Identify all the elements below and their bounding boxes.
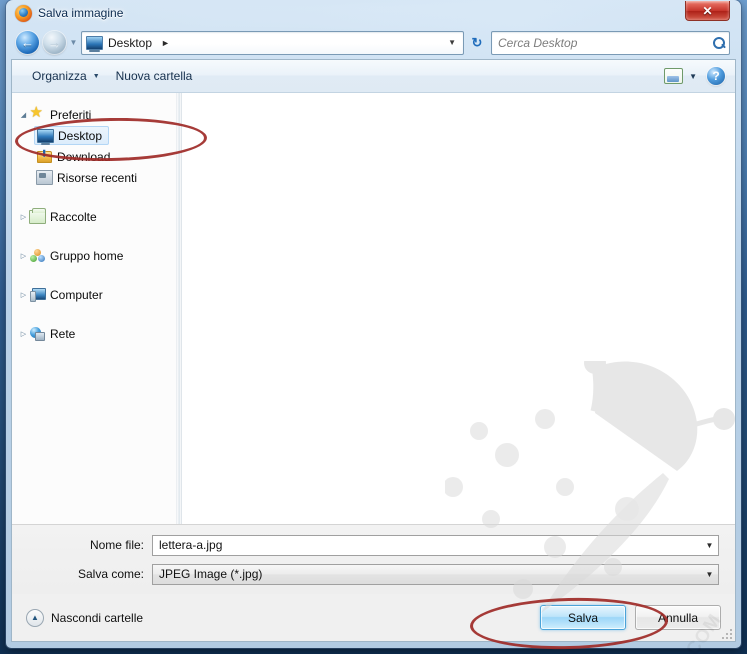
- save-label: Salva: [567, 610, 599, 625]
- filetype-chevron-down-icon[interactable]: ▼: [701, 570, 718, 579]
- filename-label: Nome file:: [89, 538, 144, 552]
- address-bar[interactable]: Desktop ► ▼: [81, 30, 464, 55]
- help-icon[interactable]: ?: [707, 67, 725, 85]
- computer-icon: [29, 288, 46, 302]
- tree-label: Download: [57, 149, 111, 164]
- history-dropdown-button[interactable]: ▼: [67, 38, 80, 47]
- back-button[interactable]: ←: [16, 31, 39, 54]
- tree-item-rete[interactable]: ▷ Rete: [12, 323, 176, 344]
- chevron-down-icon: ▼: [92, 72, 100, 80]
- refresh-icon: ↻: [471, 34, 483, 50]
- tree-item-download[interactable]: Download: [12, 146, 176, 167]
- dialog-footer: ▲ Nascondi cartelle Salva Annulla: [12, 594, 735, 641]
- filetype-value: JPEG Image (*.jpg): [159, 567, 263, 581]
- file-form: Nome file: lettera-a.jpg ▼ Salva come: J…: [12, 524, 735, 594]
- close-button[interactable]: ✕: [685, 1, 730, 21]
- tree-item-raccolte[interactable]: ▷ Raccolte: [12, 206, 176, 227]
- filetype-select[interactable]: JPEG Image (*.jpg) ▼: [152, 563, 719, 585]
- network-icon: [29, 326, 46, 341]
- download-folder-icon: [36, 149, 53, 163]
- star-icon: [29, 105, 46, 122]
- dialog-content: Organizza ▼ Nuova cartella ▼ ? ◢ Preferi…: [11, 59, 736, 654]
- refresh-button[interactable]: ↻: [466, 32, 488, 54]
- tree-item-preferiti[interactable]: ◢ Preferiti: [12, 104, 176, 125]
- forward-arrow-icon: →: [48, 35, 61, 50]
- breadcrumb-chevron-icon[interactable]: ►: [161, 38, 170, 48]
- new-folder-label: Nuova cartella: [115, 69, 193, 83]
- hide-folders-label: Nascondi cartelle: [51, 610, 144, 625]
- search-placeholder: Cerca Desktop: [498, 35, 578, 50]
- address-dropdown-icon[interactable]: ▼: [443, 38, 461, 47]
- resize-grip[interactable]: [721, 628, 732, 639]
- organize-label: Organizza: [32, 69, 87, 83]
- tree-label: Computer: [50, 287, 103, 302]
- filename-value: lettera-a.jpg: [159, 538, 223, 552]
- save-button[interactable]: Salva: [540, 605, 626, 630]
- tree-item-risorse-recenti[interactable]: Risorse recenti: [12, 167, 176, 188]
- tree-item-desktop[interactable]: Desktop: [12, 125, 176, 146]
- forward-button[interactable]: →: [43, 31, 66, 54]
- file-list-pane[interactable]: [182, 93, 735, 524]
- breadcrumb-desktop[interactable]: Desktop: [108, 36, 152, 50]
- tree-label: Desktop: [58, 128, 103, 143]
- title-bar: Salva immagine ✕: [11, 0, 736, 26]
- search-icon[interactable]: [712, 36, 726, 50]
- firefox-icon: [15, 4, 32, 22]
- tree-label: Preferiti: [50, 107, 92, 122]
- tree-label: Rete: [50, 326, 76, 341]
- panes-container: ◢ Preferiti Desktop Download: [12, 93, 735, 524]
- footer-buttons: Salva Annulla: [540, 605, 721, 630]
- organize-button[interactable]: Organizza ▼: [24, 65, 108, 87]
- search-input[interactable]: Cerca Desktop: [491, 30, 730, 55]
- tree-item-computer[interactable]: ▷ Computer: [12, 284, 176, 305]
- chevron-up-icon: ▲: [26, 608, 44, 627]
- recent-places-icon: [36, 170, 53, 185]
- desktop-icon: [86, 35, 103, 52]
- tree-label: Raccolte: [50, 209, 97, 224]
- save-image-dialog: Salva immagine ✕ ← → ▼ Desktop ► ▼ ↻ Cer…: [6, 0, 741, 654]
- filename-input[interactable]: lettera-a.jpg ▼: [152, 534, 719, 556]
- monitor-icon: [37, 128, 54, 145]
- filename-row: Nome file: lettera-a.jpg ▼: [28, 534, 719, 556]
- tree-label: Gruppo home: [50, 248, 124, 263]
- window-title: Salva immagine: [38, 6, 124, 20]
- views-chevron-down-icon[interactable]: ▼: [687, 72, 703, 81]
- homegroup-icon: [29, 248, 46, 263]
- cancel-label: Annulla: [657, 610, 699, 625]
- navigation-pane: ◢ Preferiti Desktop Download: [12, 93, 176, 524]
- views-layout-icon[interactable]: [664, 68, 684, 84]
- new-folder-button[interactable]: Nuova cartella: [108, 65, 201, 87]
- hide-folders-button[interactable]: ▲ Nascondi cartelle: [26, 608, 144, 627]
- navigation-bar: ← → ▼ Desktop ► ▼ ↻ Cerca Desktop: [11, 26, 736, 59]
- back-arrow-icon: ←: [21, 35, 34, 50]
- close-icon: ✕: [702, 3, 713, 18]
- command-bar: Organizza ▼ Nuova cartella ▼ ?: [12, 60, 735, 93]
- filetype-label: Salva come:: [77, 567, 144, 581]
- tree-item-gruppo-home[interactable]: ▷ Gruppo home: [12, 245, 176, 266]
- tree-label: Risorse recenti: [57, 170, 138, 185]
- cancel-button[interactable]: Annulla: [635, 605, 721, 630]
- command-bar-right: ▼ ?: [664, 67, 729, 85]
- libraries-icon: [29, 207, 46, 224]
- filename-chevron-down-icon[interactable]: ▼: [701, 541, 718, 550]
- filetype-row: Salva come: JPEG Image (*.jpg) ▼: [28, 563, 719, 585]
